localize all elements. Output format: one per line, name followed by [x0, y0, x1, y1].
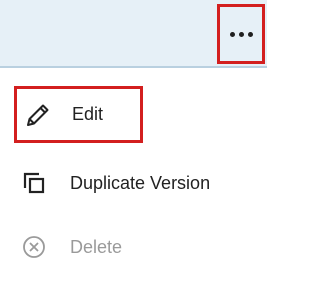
- menu-item-label: Edit: [72, 104, 104, 124]
- menu-item-label: Delete: [70, 236, 123, 257]
- menu-item-edit[interactable]: Edit: [14, 86, 143, 143]
- close-circle-icon: [20, 233, 48, 261]
- duplicate-icon: [20, 169, 48, 197]
- pencil-icon: [24, 101, 52, 129]
- more-horizontal-icon: [229, 31, 253, 37]
- header-bar: [0, 0, 267, 68]
- menu-item-duplicate-version[interactable]: Duplicate Version: [20, 159, 210, 207]
- menu-item-delete[interactable]: Delete: [20, 223, 122, 271]
- more-options-button[interactable]: [217, 4, 265, 64]
- menu-item-label: Duplicate Version: [70, 172, 211, 193]
